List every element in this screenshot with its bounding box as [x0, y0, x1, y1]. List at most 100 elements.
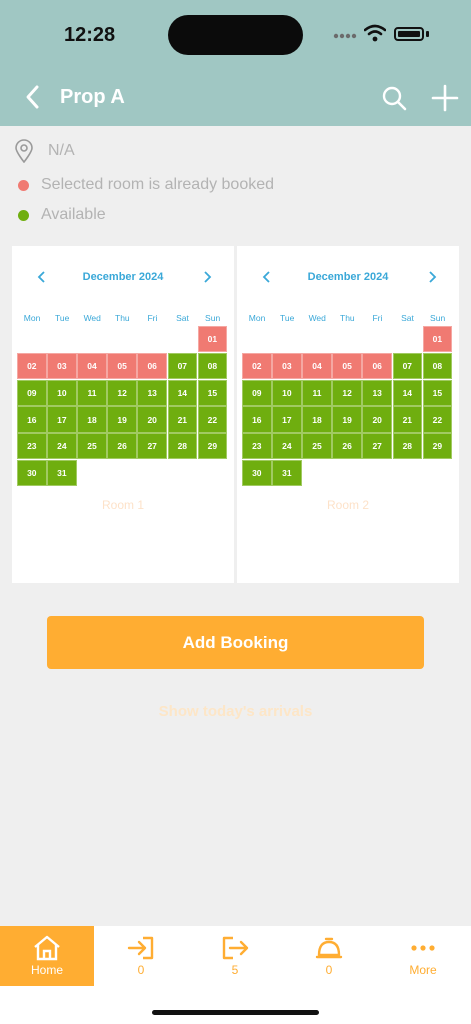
calendar-day[interactable]: 19 — [332, 406, 362, 433]
add-booking-button[interactable]: Add Booking — [47, 616, 424, 669]
calendar-day[interactable]: 08 — [422, 352, 453, 380]
calendar-day[interactable]: 24 — [272, 433, 302, 460]
calendar-day[interactable]: 28 — [167, 433, 198, 460]
weekday-label: Tue — [279, 313, 295, 323]
calendar-day[interactable]: 01 — [197, 326, 228, 353]
calendar-header: December 2024 — [12, 270, 234, 286]
weekday-label: Sun — [430, 313, 446, 323]
home-icon — [34, 935, 60, 961]
calendar-day[interactable]: 13 — [137, 379, 167, 406]
calendar-day[interactable]: 14 — [167, 379, 198, 406]
calendar-day[interactable]: 16 — [242, 406, 272, 433]
location-row: N/A — [14, 139, 75, 163]
calendar-day[interactable]: 30 — [17, 460, 47, 487]
chevron-left-icon[interactable] — [261, 270, 273, 284]
calendar-day[interactable]: 10 — [272, 379, 302, 406]
calendar-day[interactable]: 06 — [362, 352, 392, 380]
calendar-day[interactable]: 04 — [77, 352, 107, 380]
calendar-day[interactable]: 21 — [392, 406, 423, 433]
calendar-day[interactable]: 18 — [77, 406, 107, 433]
weekday-label: Sat — [401, 313, 414, 323]
calendar-day[interactable]: 22 — [197, 406, 228, 433]
calendar-day[interactable]: 11 — [302, 379, 332, 406]
calendar-day[interactable]: 11 — [77, 379, 107, 406]
calendar-day[interactable]: 07 — [167, 352, 198, 380]
calendar-day[interactable]: 14 — [392, 379, 423, 406]
calendar-day[interactable]: 15 — [197, 379, 228, 406]
calendar-day[interactable]: 16 — [17, 406, 47, 433]
calendar-day[interactable]: 15 — [422, 379, 453, 406]
calendar-day[interactable]: 28 — [392, 433, 423, 460]
tab-check-in[interactable]: 0 — [94, 926, 188, 986]
tab-home[interactable]: Home — [0, 926, 94, 986]
weekday-label: Sat — [176, 313, 189, 323]
calendar-day[interactable]: 10 — [47, 379, 77, 406]
available-dot-icon — [18, 209, 29, 221]
weekday-label: Thu — [340, 313, 355, 323]
calendar-day[interactable]: 27 — [137, 433, 167, 460]
room-label: Room 1 — [101, 498, 145, 512]
tab-label: 0 — [137, 963, 145, 977]
calendar-day[interactable]: 31 — [47, 460, 77, 487]
tab-service[interactable]: 0 — [282, 926, 376, 986]
calendar-day[interactable]: 30 — [242, 460, 272, 487]
calendar-day[interactable]: 12 — [107, 379, 137, 406]
calendar-day[interactable]: 08 — [197, 352, 228, 380]
calendar-day[interactable]: 01 — [422, 326, 453, 353]
chevron-right-icon[interactable] — [201, 270, 213, 284]
page-title: Prop A — [60, 86, 125, 108]
calendar-day[interactable]: 12 — [332, 379, 362, 406]
calendar-day[interactable]: 04 — [302, 352, 332, 380]
calendar-day[interactable]: 21 — [167, 406, 198, 433]
calendar-day[interactable]: 02 — [17, 352, 47, 380]
tab-label: 5 — [231, 963, 239, 977]
calendar-day[interactable]: 09 — [17, 379, 47, 406]
calendar-day[interactable]: 03 — [47, 352, 77, 380]
add-icon[interactable] — [431, 84, 459, 112]
calendar-day[interactable]: 23 — [17, 433, 47, 460]
calendar-day[interactable]: 31 — [272, 460, 302, 487]
calendar-day[interactable]: 20 — [362, 406, 392, 433]
calendar-day[interactable]: 02 — [242, 352, 272, 380]
calendar-day[interactable]: 26 — [107, 433, 137, 460]
legend-booked-label: Selected room is already booked — [41, 176, 275, 193]
calendar-day[interactable]: 06 — [137, 352, 167, 380]
search-icon[interactable] — [381, 85, 407, 111]
check-in-icon — [127, 936, 154, 960]
weekday-label: Wed — [308, 313, 326, 323]
calendar-day[interactable]: 25 — [302, 433, 332, 460]
calendar-day[interactable]: 24 — [47, 433, 77, 460]
calendar-day[interactable]: 07 — [392, 352, 423, 380]
calendar-day[interactable]: 29 — [422, 433, 453, 460]
calendar-day[interactable]: 05 — [332, 352, 362, 380]
calendar-day[interactable]: 25 — [77, 433, 107, 460]
calendar-day[interactable]: 27 — [362, 433, 392, 460]
tab-more[interactable]: More — [376, 926, 470, 986]
calendar-day[interactable]: 20 — [137, 406, 167, 433]
calendar-day[interactable]: 19 — [107, 406, 137, 433]
tab-label: Home — [30, 963, 63, 977]
calendar-day[interactable]: 29 — [197, 433, 228, 460]
weekday-row: Mon Tue Wed Thu Fri Sat Sun — [17, 313, 228, 323]
calendar-day[interactable]: 17 — [47, 406, 77, 433]
calendar-day[interactable]: 05 — [107, 352, 137, 380]
back-arrow-icon[interactable] — [20, 84, 46, 110]
calendar-day[interactable]: 17 — [272, 406, 302, 433]
calendar-day[interactable]: 03 — [272, 352, 302, 380]
more-dots-icon — [411, 945, 435, 951]
calendar-day[interactable]: 26 — [332, 433, 362, 460]
calendar-day[interactable]: 23 — [242, 433, 272, 460]
status-bar: 12:28 — [0, 0, 471, 70]
chevron-left-icon[interactable] — [36, 270, 48, 284]
show-arrivals-link[interactable]: Show today's arrivals — [0, 703, 471, 720]
tab-check-out[interactable]: 5 — [188, 926, 282, 986]
calendar-day[interactable]: 13 — [362, 379, 392, 406]
chevron-right-icon[interactable] — [426, 270, 438, 284]
weekday-label: Fri — [372, 313, 383, 323]
calendar-day[interactable]: 18 — [302, 406, 332, 433]
home-indicator — [152, 1010, 319, 1015]
service-bell-icon — [315, 937, 343, 959]
calendar-day[interactable]: 09 — [242, 379, 272, 406]
calendar-day[interactable]: 22 — [422, 406, 453, 433]
tab-label: More — [409, 963, 437, 977]
